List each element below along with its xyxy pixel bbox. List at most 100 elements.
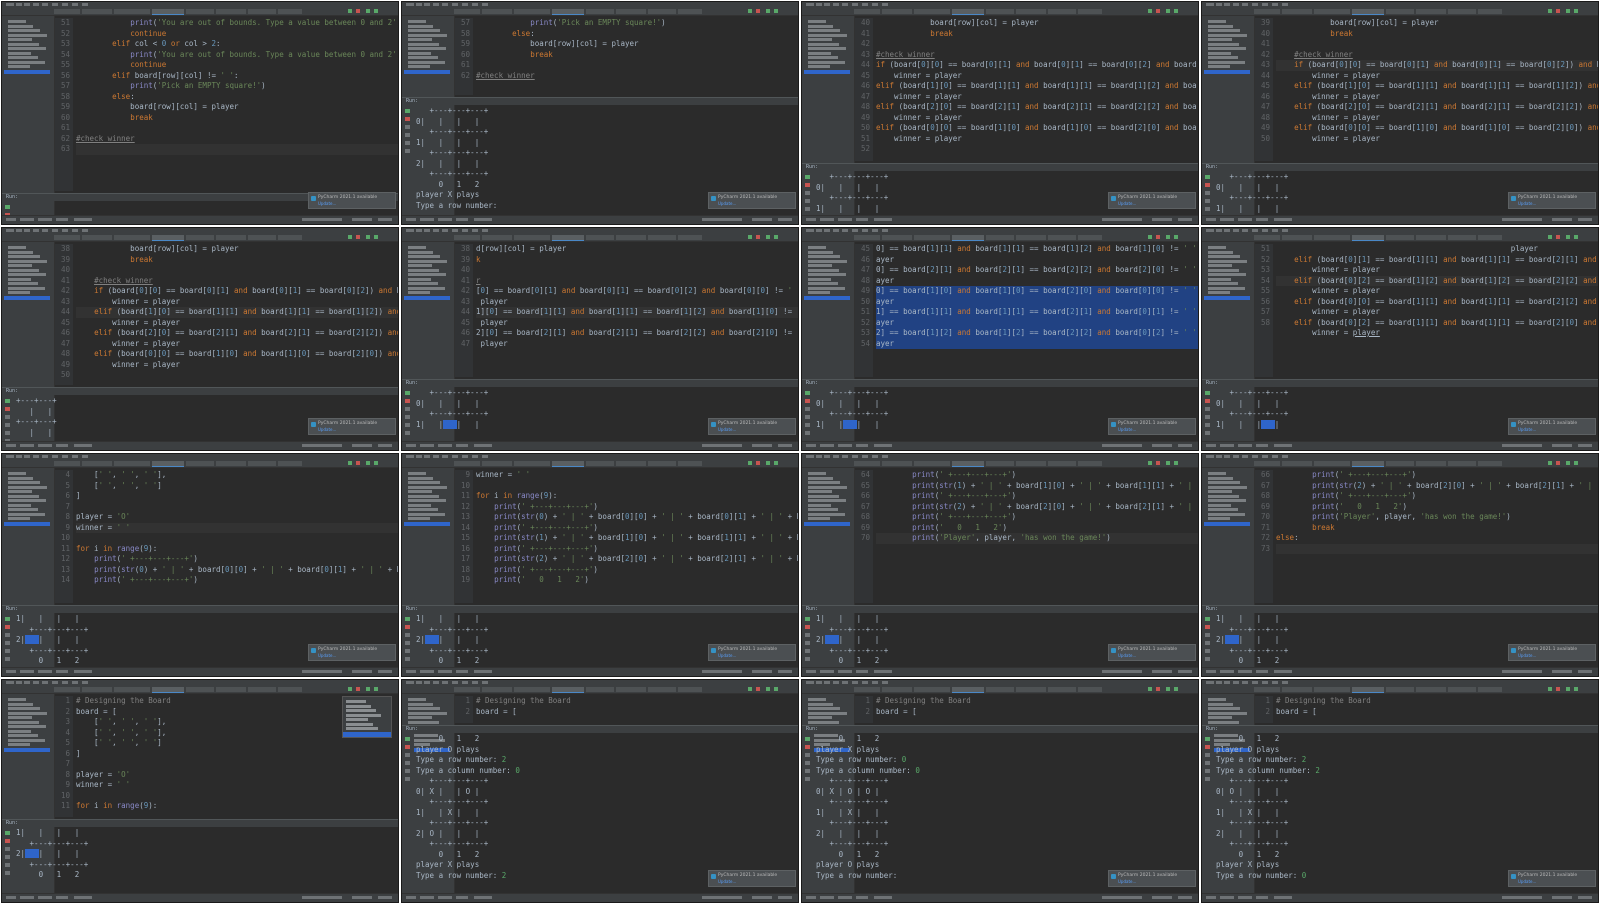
status-item[interactable]	[856, 218, 868, 221]
notification-update-link[interactable]: Update...	[318, 201, 336, 206]
sidebar-file[interactable]	[8, 517, 30, 520]
sidebar-file[interactable]	[408, 60, 445, 64]
sidebar-file-selected[interactable]	[4, 69, 50, 74]
editor-tab[interactable]	[278, 9, 302, 14]
editor-tabs[interactable]	[802, 686, 1198, 694]
notification-update-link[interactable]: Update...	[1118, 427, 1136, 432]
sidebar-file[interactable]	[1208, 702, 1233, 706]
editor-tab[interactable]	[1016, 461, 1046, 466]
menu-item[interactable]	[806, 229, 814, 232]
run-icon[interactable]	[1166, 687, 1170, 691]
run-tool-header[interactable]: Run:	[802, 725, 1198, 733]
code-line[interactable]: ayer	[876, 276, 1198, 287]
code-line[interactable]: elif (board[2][0] == board[2][1] and boa…	[876, 102, 1198, 113]
run-toolbar-icon[interactable]	[5, 399, 10, 403]
sidebar-file[interactable]	[8, 277, 31, 281]
status-item[interactable]	[1578, 444, 1592, 447]
menu-item[interactable]	[1272, 455, 1278, 458]
run-toolbar-icon[interactable]	[5, 649, 10, 653]
code-line[interactable]: continue	[76, 60, 398, 71]
editor-tab[interactable]	[1282, 687, 1312, 692]
status-item[interactable]	[1178, 670, 1192, 673]
sidebar-file[interactable]	[1208, 250, 1233, 254]
sidebar-file[interactable]	[808, 485, 847, 489]
code-editor[interactable]: board[row][col] = player break #check wi…	[76, 244, 398, 385]
run-toolbar-icon[interactable]	[405, 407, 410, 411]
sidebar-file[interactable]	[808, 60, 845, 64]
run-toolbar-icon[interactable]	[405, 745, 410, 749]
sidebar-file[interactable]	[8, 716, 32, 719]
sidebar-file[interactable]	[808, 20, 826, 23]
code-line[interactable]	[76, 123, 398, 134]
sidebar-file[interactable]	[8, 472, 26, 475]
menu-item[interactable]	[1206, 455, 1214, 458]
code-line[interactable]: player	[1276, 244, 1598, 255]
run-toolbar-icon[interactable]	[5, 625, 10, 629]
run-toolbar-icon[interactable]	[405, 753, 410, 757]
menu-item[interactable]	[1216, 681, 1222, 684]
run-tab-label[interactable]: Run:	[6, 194, 18, 200]
stop-icon[interactable]	[1156, 461, 1160, 465]
sidebar-file[interactable]	[808, 490, 832, 493]
sidebar-file[interactable]	[8, 485, 47, 489]
menu-item[interactable]	[1206, 229, 1214, 232]
code-line[interactable]: ayer	[876, 296, 1198, 307]
code-line[interactable]: elif (board[1][0] == board[1][1] and boa…	[76, 307, 398, 318]
sidebar-file[interactable]	[408, 65, 430, 68]
run-toolbar-icon[interactable]	[805, 415, 810, 419]
code-line[interactable]: ayer	[876, 338, 1198, 349]
menu-item[interactable]	[833, 455, 839, 458]
run-toolbar-icon[interactable]	[805, 753, 810, 757]
status-item[interactable]	[1152, 444, 1172, 447]
code-line[interactable]: print(str(0) + ' | ' + board[0][0] + ' |…	[76, 565, 398, 576]
run-tool-header[interactable]: Run:	[1202, 379, 1598, 387]
status-item[interactable]	[420, 444, 434, 447]
menu-item[interactable]	[52, 3, 58, 6]
editor-tab[interactable]	[482, 461, 512, 466]
editor-tab[interactable]	[1254, 235, 1280, 240]
menu-item[interactable]	[1262, 681, 1268, 684]
run-toolbar-icon[interactable]	[1205, 423, 1210, 427]
run-icon[interactable]	[766, 687, 770, 691]
code-line[interactable]: winner = player	[1276, 92, 1598, 103]
run-icon[interactable]	[1566, 235, 1570, 239]
run-toolbar-icon[interactable]	[805, 617, 810, 621]
sidebar-file[interactable]	[8, 729, 31, 733]
sidebar-file[interactable]	[408, 47, 446, 50]
sidebar-file[interactable]	[1208, 481, 1240, 484]
stop-icon[interactable]	[1556, 9, 1560, 13]
editor-tab[interactable]	[882, 9, 912, 14]
run-tool-header[interactable]: Run:	[2, 605, 398, 613]
sidebar-file[interactable]	[1208, 277, 1231, 281]
sidebar-file[interactable]	[408, 286, 445, 290]
status-item[interactable]	[778, 218, 792, 221]
menu-item[interactable]	[1262, 455, 1268, 458]
sidebar-file[interactable]	[8, 65, 30, 68]
code-line[interactable]: #check winner	[876, 50, 1198, 61]
code-line[interactable]	[76, 759, 398, 770]
run-tab-label[interactable]: Run:	[6, 606, 18, 612]
sidebar-file-selected[interactable]	[404, 69, 450, 74]
code-line[interactable]: break	[876, 29, 1198, 40]
run-icon[interactable]	[748, 9, 752, 13]
status-item[interactable]	[838, 444, 852, 447]
run-toolbar-icon[interactable]	[805, 175, 810, 179]
status-item[interactable]	[702, 896, 742, 899]
code-line[interactable]: # Designing the Board	[476, 696, 798, 707]
sidebar-file[interactable]	[808, 503, 831, 507]
status-item[interactable]	[1502, 670, 1542, 673]
sidebar-file[interactable]	[808, 33, 847, 37]
notification-update-link[interactable]: Update...	[318, 653, 336, 658]
run-toolbar-icon[interactable]	[1205, 625, 1210, 629]
status-item[interactable]	[352, 444, 372, 447]
code-line[interactable]	[1276, 543, 1598, 554]
editor-tabs[interactable]	[802, 460, 1198, 468]
code-line[interactable]: elif (board[0][2] == board[1][2] and boa…	[1276, 275, 1598, 286]
code-line[interactable]: winner = player	[1276, 328, 1598, 339]
code-line[interactable]: board = [	[1276, 707, 1598, 718]
editor-tab[interactable]	[1254, 687, 1280, 692]
status-item[interactable]	[38, 896, 52, 899]
code-line[interactable]: r	[476, 276, 798, 287]
status-item[interactable]	[38, 444, 52, 447]
code-line[interactable]: elif (board[2][0] == board[2][1] and boa…	[76, 328, 398, 339]
